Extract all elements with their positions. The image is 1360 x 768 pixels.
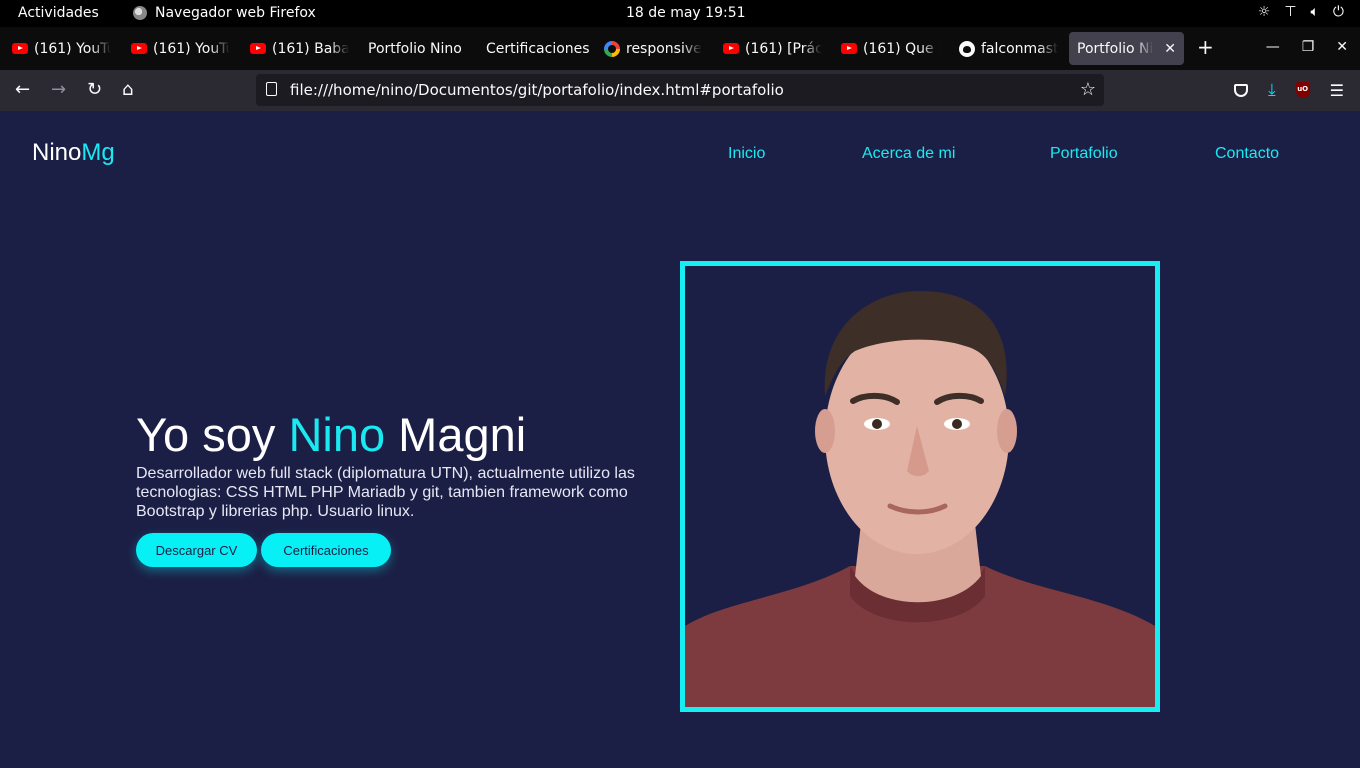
hero-title: Yo soy Nino Magni <box>136 407 526 462</box>
brightness-icon: ☼ <box>1257 4 1271 20</box>
toolbar-right: ⤓ uO ☰ <box>1234 80 1344 100</box>
volume-icon: 🔈︎ <box>1310 4 1319 20</box>
close-window-icon[interactable]: ✕ <box>1336 39 1348 55</box>
forward-arrow-icon[interactable]: → <box>51 80 66 100</box>
tab-strip: (161) YouTube (161) YouTube (161) Babaso… <box>0 27 1360 70</box>
certificaciones-button[interactable]: Certificaciones <box>261 533 391 567</box>
restore-icon[interactable]: ❐ <box>1302 39 1315 55</box>
tab-label: (161) Que no <box>863 40 940 57</box>
reload-icon[interactable]: ↻ <box>87 80 102 100</box>
tab-youtube-3[interactable]: (161) Babasonicos <box>242 32 357 65</box>
tab-label: (161) YouTube <box>153 40 230 57</box>
tab-certificaciones[interactable]: Certificaciones <box>478 32 596 65</box>
firefox-icon <box>133 6 147 20</box>
youtube-icon <box>841 43 857 54</box>
logo-accent: Mg <box>81 139 115 166</box>
page-icon <box>266 82 277 96</box>
site-logo[interactable]: NinoMg <box>32 139 115 167</box>
profile-photo <box>680 261 1160 712</box>
tab-youtube-2[interactable]: (161) YouTube <box>123 32 238 65</box>
close-tab-icon[interactable]: ✕ <box>1164 41 1176 57</box>
tab-portfolio-active[interactable]: Portfolio Nino ✕ <box>1069 32 1184 65</box>
portfolio-page: NinoMg Inicio Acerca de mi Portafolio Co… <box>0 111 1360 768</box>
url-text[interactable]: file:///home/nino/Documentos/git/portafo… <box>290 81 784 99</box>
youtube-icon <box>250 43 266 54</box>
tab-youtube-1[interactable]: (161) YouTube <box>4 32 119 65</box>
download-cv-button[interactable]: Descargar CV <box>136 533 257 567</box>
tab-label: (161) Babasonicos <box>272 40 349 57</box>
hero-description: Desarrollador web full stack (diplomatur… <box>136 465 635 520</box>
logo-first: Nino <box>32 139 82 166</box>
tab-portfolio[interactable]: Portfolio Nino <box>360 32 478 65</box>
hero-title-part1: Yo soy <box>136 408 289 461</box>
portrait-illustration <box>685 291 1155 707</box>
youtube-icon <box>12 43 28 54</box>
clock[interactable]: 18 de may 19:51 <box>626 5 746 21</box>
network-icon: ⊤ <box>1284 4 1297 20</box>
hero-title-part2: Magni <box>385 408 527 461</box>
youtube-icon <box>131 43 147 54</box>
youtube-icon <box>723 43 739 54</box>
menu-hamburger-icon[interactable]: ☰ <box>1330 81 1344 100</box>
new-tab-button[interactable]: + <box>1197 37 1214 57</box>
navigation-toolbar: ← → ↻ ⌂ file:///home/nino/Documentos/git… <box>0 70 1360 111</box>
pocket-icon[interactable] <box>1234 83 1249 97</box>
tab-youtube-4[interactable]: (161) [Práctica <box>715 32 830 65</box>
bookmark-star-icon[interactable]: ☆ <box>1080 79 1096 100</box>
github-icon <box>959 40 975 57</box>
tab-youtube-5[interactable]: (161) Que no <box>833 32 948 65</box>
download-icon[interactable]: ⤓ <box>1268 80 1276 100</box>
tab-label: falconmaster <box>981 40 1058 57</box>
system-tray[interactable]: ☼ ⊤ 🔈︎ ⏻ <box>1258 4 1344 20</box>
power-icon: ⏻ <box>1332 4 1344 20</box>
system-top-bar: Actividades Navegador web Firefox 18 de … <box>0 0 1360 27</box>
tab-label: Portfolio Nino <box>1077 40 1154 57</box>
back-arrow-icon[interactable]: ← <box>15 80 30 100</box>
nav-link-inicio[interactable]: Inicio <box>728 145 765 163</box>
tab-label: Certificaciones <box>486 40 590 57</box>
hero-title-accent: Nino <box>288 408 386 461</box>
window-controls: — ❐ ✕ <box>1266 39 1348 55</box>
tab-github[interactable]: falconmaster <box>951 32 1066 65</box>
tab-label: Portfolio Nino <box>368 40 462 57</box>
app-menu[interactable]: Navegador web Firefox <box>133 5 316 21</box>
tab-label: responsive <box>626 40 702 57</box>
tab-responsive[interactable]: responsive <box>596 32 711 65</box>
nav-link-acerca[interactable]: Acerca de mi <box>862 145 955 163</box>
activities-button[interactable]: Actividades <box>18 5 99 21</box>
tab-label: (161) YouTube <box>34 40 111 57</box>
tab-label: (161) [Práctica <box>745 40 822 57</box>
nav-link-portafolio[interactable]: Portafolio <box>1050 145 1118 163</box>
google-icon <box>604 40 620 57</box>
home-icon[interactable]: ⌂ <box>122 80 133 100</box>
app-name: Navegador web Firefox <box>155 5 316 21</box>
minimize-icon[interactable]: — <box>1266 39 1280 55</box>
ublock-icon[interactable]: uO <box>1295 82 1310 98</box>
address-bar[interactable]: file:///home/nino/Documentos/git/portafo… <box>256 74 1104 106</box>
nav-link-contacto[interactable]: Contacto <box>1215 145 1279 163</box>
